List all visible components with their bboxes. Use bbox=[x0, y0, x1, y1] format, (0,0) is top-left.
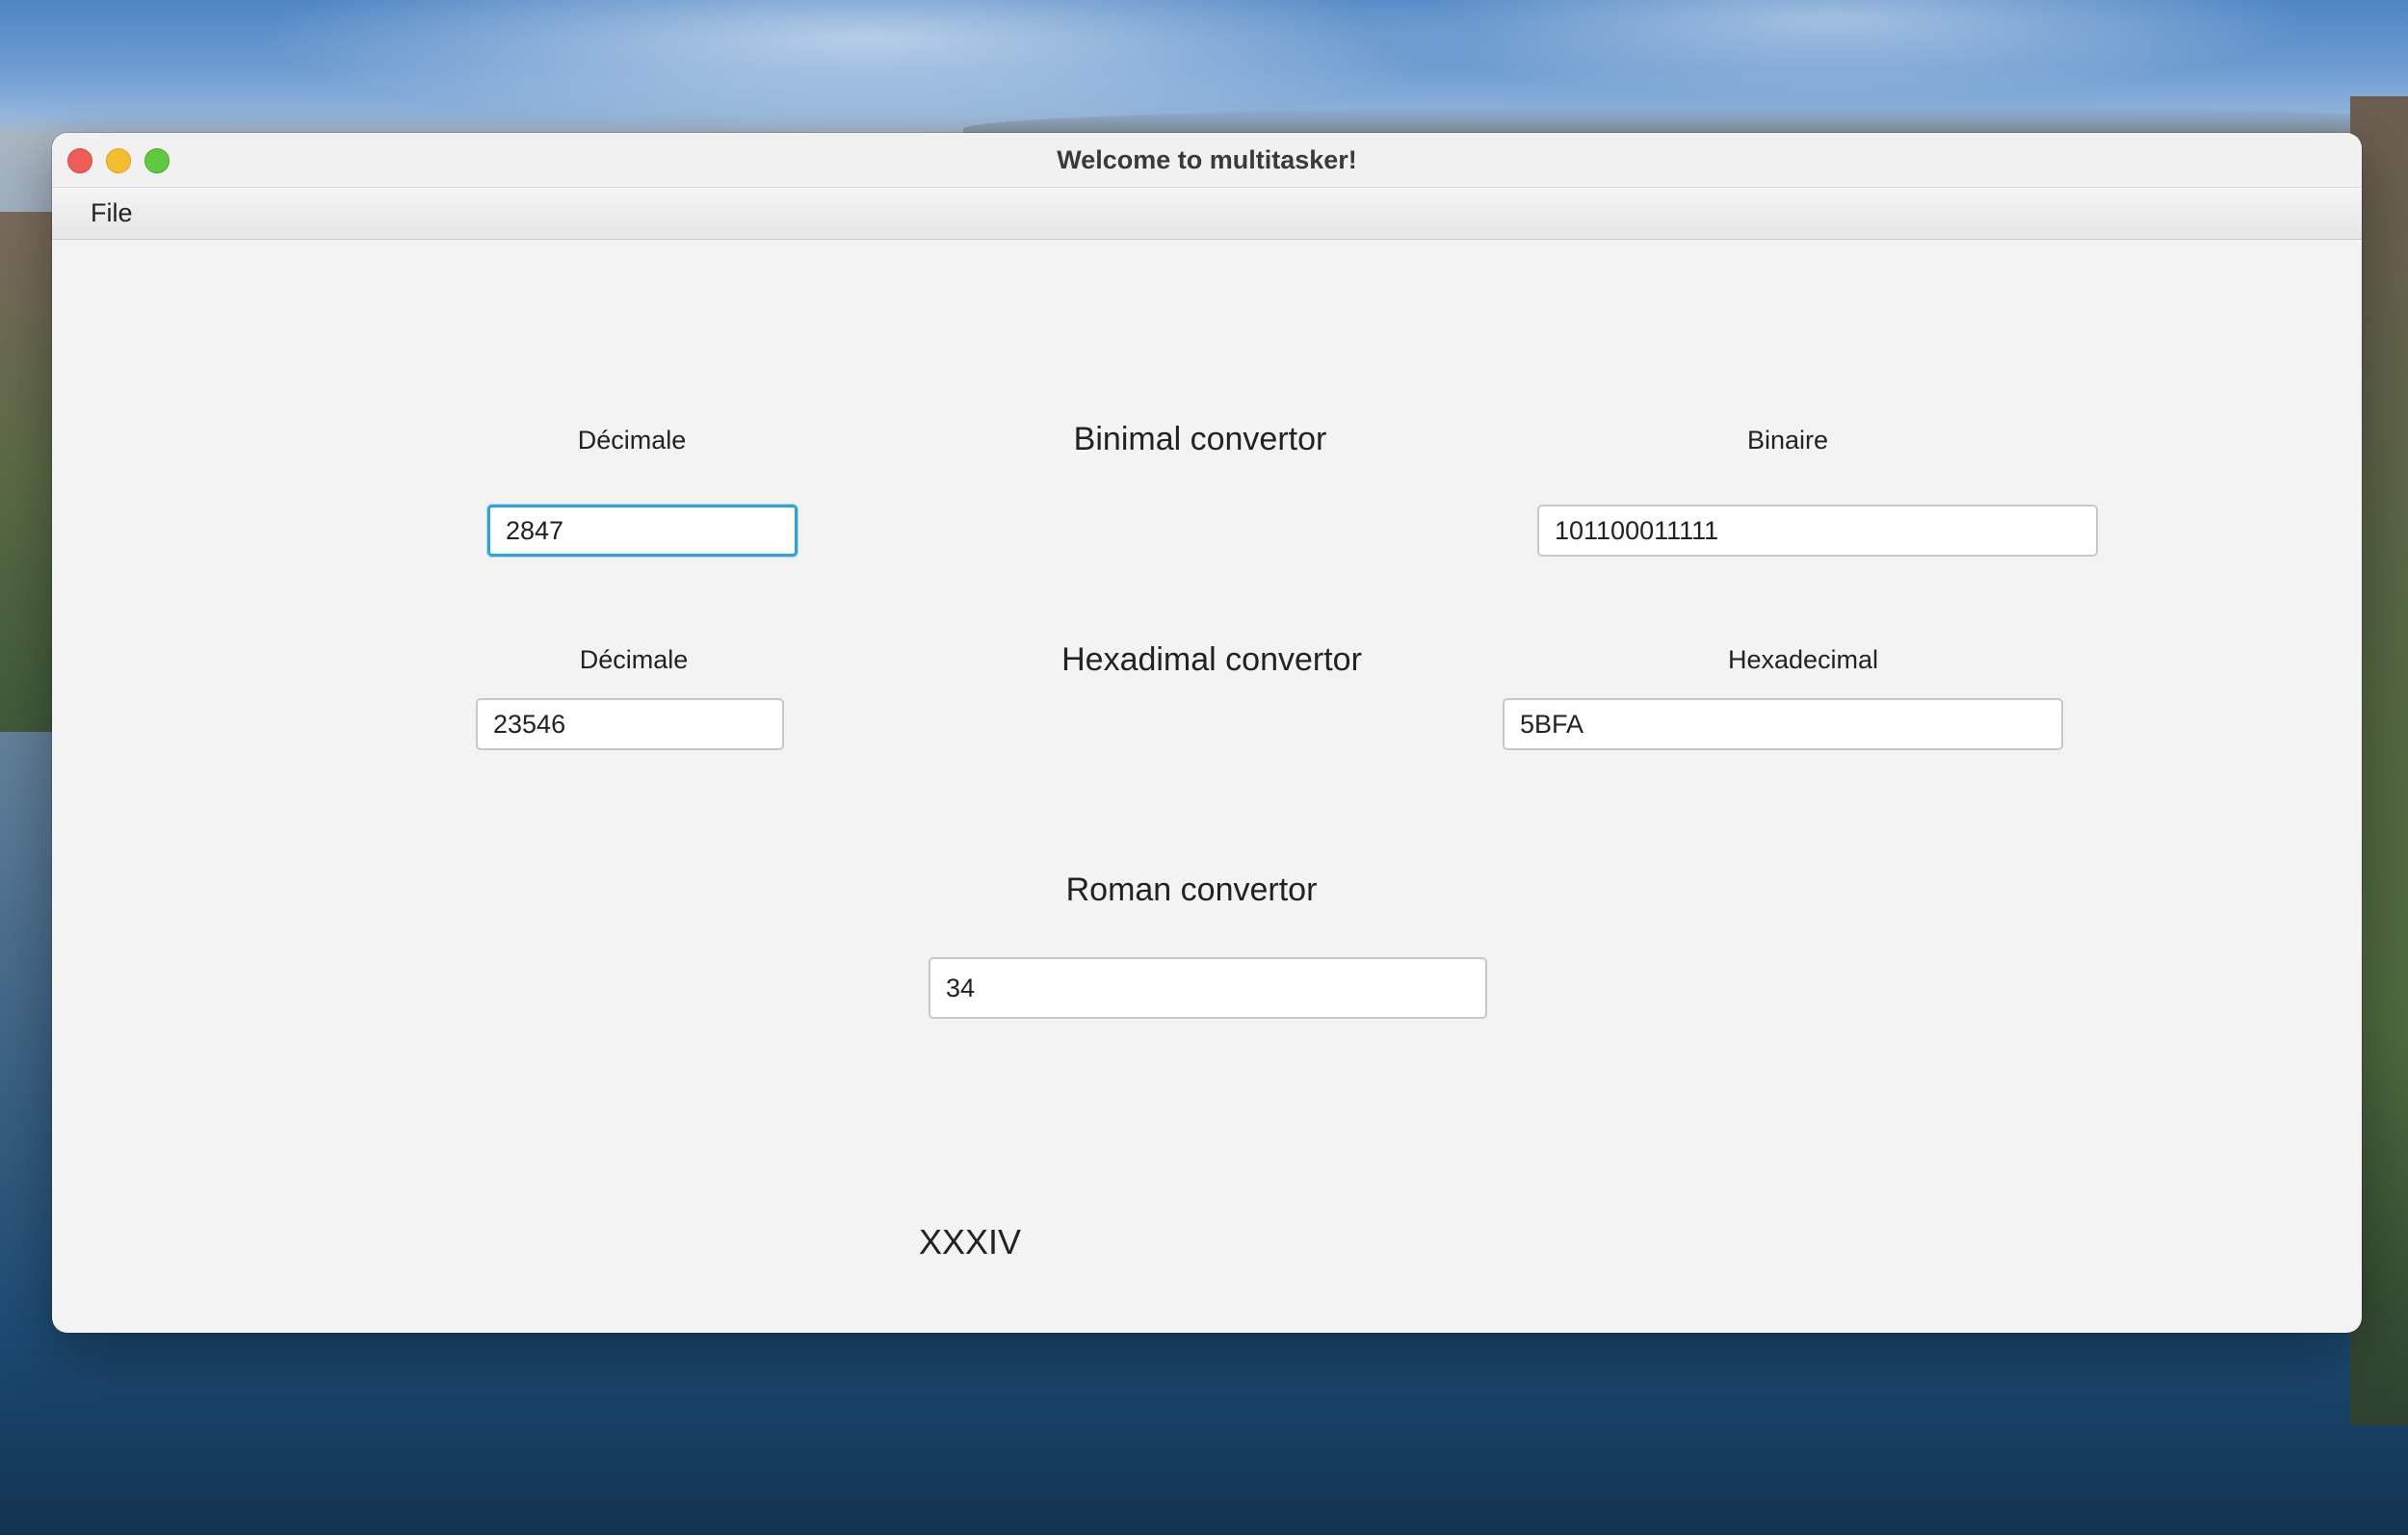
binary-decimal-label: Décimale bbox=[577, 426, 687, 455]
binary-label: Binaire bbox=[1746, 426, 1829, 455]
binary-decimal-input[interactable] bbox=[487, 505, 798, 557]
roman-result: XXXIV bbox=[919, 1222, 1022, 1262]
roman-input[interactable] bbox=[929, 957, 1487, 1019]
hex-decimal-input[interactable] bbox=[476, 698, 784, 750]
hex-label: Hexadecimal bbox=[1727, 645, 1879, 674]
menu-file[interactable]: File bbox=[87, 188, 137, 239]
wallpaper-hill-left bbox=[0, 212, 58, 732]
hex-output-field[interactable] bbox=[1503, 698, 2063, 750]
window-title: Welcome to multitasker! bbox=[1057, 145, 1357, 174]
converter-panel: Décimale Binimal convertor Binaire Décim… bbox=[52, 240, 2362, 1333]
roman-converter-title: Roman convertor bbox=[1065, 872, 1318, 908]
binary-output-field[interactable] bbox=[1537, 505, 2098, 557]
menu-bar: File bbox=[52, 188, 2362, 240]
app-window: Welcome to multitasker! File Décimale Bi… bbox=[52, 133, 2362, 1333]
hex-decimal-label: Décimale bbox=[579, 645, 689, 674]
binary-converter-title: Binimal convertor bbox=[1073, 421, 1327, 457]
title-bar[interactable]: Welcome to multitasker! bbox=[52, 133, 2362, 188]
hex-converter-title: Hexadimal convertor bbox=[1061, 641, 1362, 678]
